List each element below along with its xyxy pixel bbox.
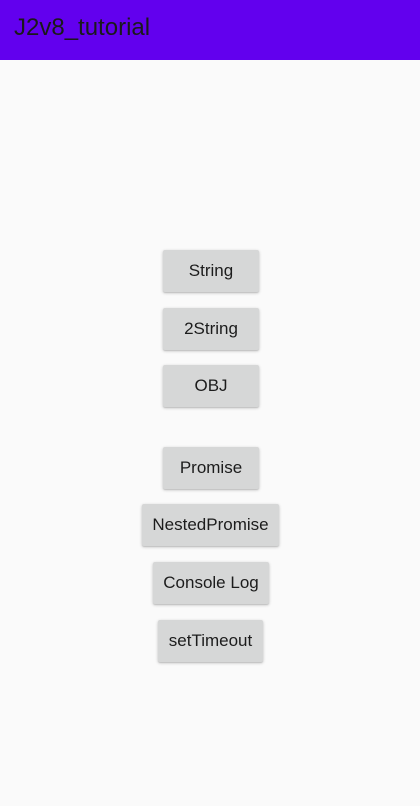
- app-bar: J2v8_tutorial: [0, 0, 420, 60]
- obj-button[interactable]: OBJ: [163, 365, 259, 407]
- app-title: J2v8_tutorial: [14, 14, 151, 41]
- string-button[interactable]: String: [163, 250, 259, 292]
- nested-promise-button[interactable]: NestedPromise: [142, 504, 279, 546]
- set-timeout-button[interactable]: setTimeout: [158, 620, 263, 662]
- console-log-button[interactable]: Console Log: [153, 562, 269, 604]
- two-string-button[interactable]: 2String: [163, 308, 259, 350]
- promise-button[interactable]: Promise: [163, 447, 259, 489]
